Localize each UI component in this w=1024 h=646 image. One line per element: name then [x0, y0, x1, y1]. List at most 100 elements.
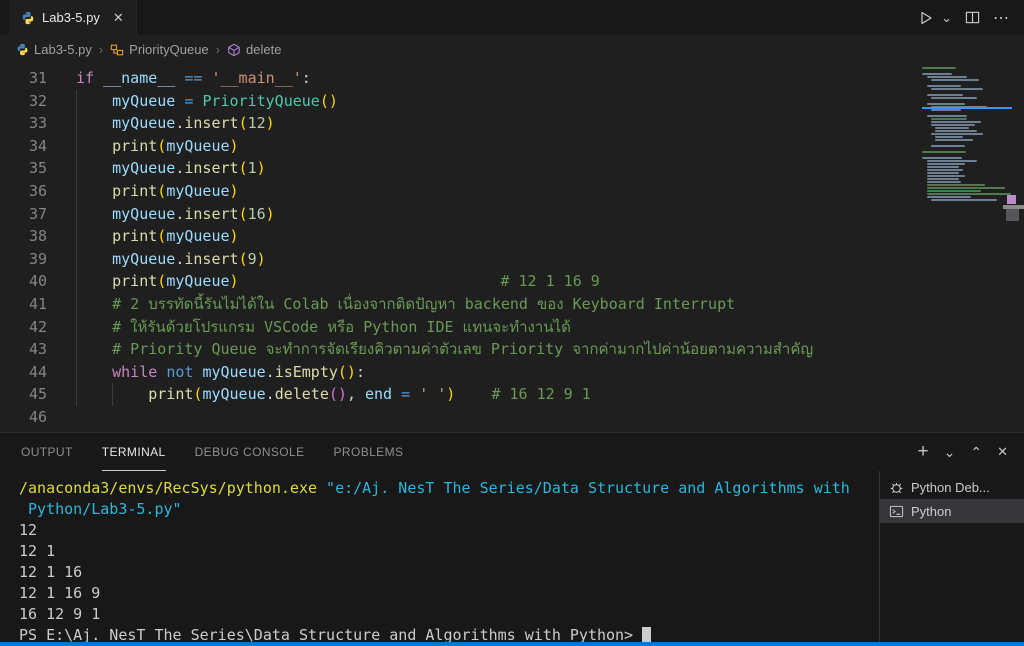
minimap-row: [927, 175, 965, 177]
line-number: 45: [0, 383, 47, 406]
code-line[interactable]: 31 if __name__ == '__main__':: [0, 67, 1024, 90]
minimap-row: [927, 187, 1005, 189]
line-number: 34: [0, 135, 47, 158]
code-line[interactable]: 34 print(myQueue): [0, 135, 1024, 158]
line-number: 35: [0, 157, 47, 180]
code-text: # 2 บรรทัดนี้รันไม่ได้ใน Colab เนื่องจาก…: [76, 293, 735, 316]
code-text: print(myQueue): [76, 225, 239, 248]
panel-header: OUTPUT TERMINAL DEBUG CONSOLE PROBLEMS +…: [0, 433, 1024, 471]
tab-lab3-5[interactable]: Lab3-5.py ✕: [9, 0, 137, 35]
code-editor[interactable]: 31 if __name__ == '__main__':32 myQueue =…: [0, 64, 1024, 432]
line-number: 31: [0, 67, 47, 90]
minimap-row: [927, 76, 967, 78]
line-number: 33: [0, 112, 47, 135]
minimap-row: [922, 67, 956, 69]
terminal-cursor: [642, 627, 651, 642]
minimap-row: [935, 130, 977, 132]
minimap-row: [931, 121, 981, 123]
minimap-row: [927, 115, 967, 117]
line-number: 46: [0, 406, 47, 429]
code-line[interactable]: 40 print(myQueue) # 12 1 16 9: [0, 270, 1024, 293]
line-number: 44: [0, 361, 47, 384]
minimap-row: [927, 163, 965, 165]
class-icon: [110, 43, 124, 57]
minimap-row: [927, 160, 977, 162]
terminal-list-item-python-debug[interactable]: Python Deb...: [880, 475, 1024, 499]
line-number: 39: [0, 248, 47, 271]
minimap-row: [931, 88, 983, 90]
run-dropdown-icon[interactable]: ⌄: [941, 10, 952, 26]
breadcrumb-file[interactable]: Lab3-5.py: [16, 42, 92, 57]
code-line[interactable]: 35 myQueue.insert(1): [0, 157, 1024, 180]
new-terminal-icon[interactable]: +: [918, 441, 929, 463]
code-line[interactable]: 44 while not myQueue.isEmpty():: [0, 361, 1024, 384]
breadcrumb-method[interactable]: delete: [227, 42, 281, 57]
minimap-row: [927, 103, 965, 105]
code-line[interactable]: 33 myQueue.insert(12): [0, 112, 1024, 135]
code-line[interactable]: 39 myQueue.insert(9): [0, 248, 1024, 271]
code-text: myQueue.insert(1): [76, 157, 266, 180]
code-line[interactable]: 32 myQueue = PriorityQueue(): [0, 90, 1024, 113]
breadcrumb-file-label: Lab3-5.py: [34, 42, 92, 57]
terminal-picker-chevron-icon[interactable]: ⌄: [944, 444, 956, 461]
line-number: 37: [0, 203, 47, 226]
code-line[interactable]: 43 # Priority Queue จะทำการจัดเรียงคิวตา…: [0, 338, 1024, 361]
terminal-icon: [889, 504, 904, 519]
code-line[interactable]: 45 print(myQueue.delete(), end = ' ') # …: [0, 383, 1024, 406]
tab-output[interactable]: OUTPUT: [21, 433, 73, 471]
minimap-row: [927, 181, 961, 183]
tab-debug-console[interactable]: DEBUG CONSOLE: [195, 433, 305, 471]
minimap-row: [927, 169, 963, 171]
code-text: # Priority Queue จะทำการจัดเรียงคิวตามค่…: [76, 338, 813, 361]
split-editor-icon[interactable]: [965, 10, 980, 25]
minimap-row: [927, 178, 959, 180]
more-actions-icon[interactable]: ⋯: [993, 8, 1010, 28]
code-line[interactable]: 38 print(myQueue): [0, 225, 1024, 248]
tab-terminal[interactable]: TERMINAL: [102, 433, 166, 471]
code-line[interactable]: 36 print(myQueue): [0, 180, 1024, 203]
line-number: 38: [0, 225, 47, 248]
terminal-list: Python Deb... Python: [879, 471, 1024, 642]
terminal-line: Python/Lab3-5.py": [19, 499, 879, 520]
debug-icon: [889, 480, 904, 495]
line-number: 43: [0, 338, 47, 361]
terminal-line: PS E:\Aj. NesT The Series\Data Structure…: [19, 625, 879, 642]
minimap[interactable]: [922, 67, 1006, 207]
close-panel-icon[interactable]: ✕: [997, 444, 1008, 460]
code-text: print(myQueue): [76, 180, 239, 203]
minimap-row: [927, 94, 963, 96]
code-line[interactable]: 42 # ให้รันด้วยโปรแกรม VSCode หรือ Pytho…: [0, 316, 1024, 339]
terminal-line: 12 1 16: [19, 562, 879, 583]
tab-problems[interactable]: PROBLEMS: [334, 433, 404, 471]
scrollbar-thumb[interactable]: [1006, 209, 1019, 221]
minimap-row: [931, 109, 961, 111]
terminal-list-item-python[interactable]: Python: [880, 499, 1024, 523]
chevron-right-icon: ›: [97, 42, 105, 57]
terminal-list-label: Python Deb...: [911, 480, 990, 495]
minimap-row: [927, 193, 1011, 195]
line-number: 40: [0, 270, 47, 293]
minimap-row: [927, 166, 959, 168]
run-button[interactable]: [918, 10, 934, 26]
minimap-row: [931, 124, 975, 126]
status-bar: [0, 642, 1024, 646]
maximize-panel-icon[interactable]: ⌃: [970, 444, 982, 461]
code-line[interactable]: 37 myQueue.insert(16): [0, 203, 1024, 226]
close-tab-icon[interactable]: ✕: [113, 10, 124, 26]
minimap-row: [927, 184, 985, 186]
terminal-line: /anaconda3/envs/RecSys/python.exe "e:/Aj…: [19, 478, 879, 499]
code-text: print(myQueue.delete(), end = ' ') # 16 …: [76, 383, 591, 406]
code-text: if __name__ == '__main__':: [76, 67, 311, 90]
terminal-output[interactable]: /anaconda3/envs/RecSys/python.exe "e:/Aj…: [0, 471, 879, 642]
code-text: print(myQueue): [76, 135, 239, 158]
breadcrumb: Lab3-5.py › PriorityQueue › delete: [0, 35, 1024, 64]
breadcrumb-class[interactable]: PriorityQueue: [110, 42, 208, 57]
code-line[interactable]: 46: [0, 406, 1024, 429]
code-line[interactable]: 41 # 2 บรรทัดนี้รันไม่ได้ใน Colab เนื่อง…: [0, 293, 1024, 316]
code-text: # ให้รันด้วยโปรแกรม VSCode หรือ Python I…: [76, 316, 571, 339]
python-icon: [21, 11, 35, 25]
minimap-row: [935, 127, 969, 129]
python-icon: [16, 43, 29, 56]
terminal-list-label: Python: [911, 504, 951, 519]
minimap-row: [927, 85, 961, 87]
